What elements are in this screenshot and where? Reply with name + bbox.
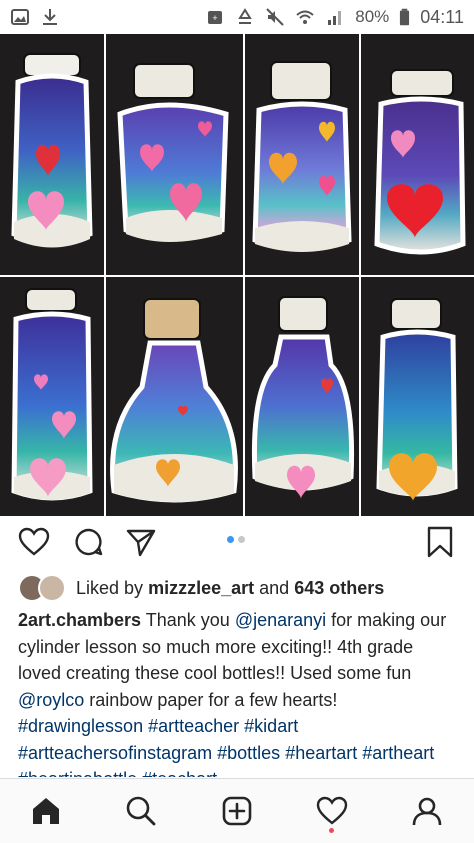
hashtag-link[interactable]: #drawinglesson [18, 716, 143, 736]
hashtag-link[interactable]: #artteachersofinstagram [18, 743, 212, 763]
comment-icon [75, 528, 103, 556]
artwork-tile [106, 277, 243, 516]
caption-text: rainbow paper for a few hearts! [84, 689, 338, 710]
nav-activity[interactable] [314, 793, 350, 829]
share-icon [126, 529, 156, 557]
artwork-tile [106, 34, 243, 275]
bottle-artwork [11, 288, 93, 501]
hashtag-link[interactable]: #artheart [362, 743, 434, 763]
bottle-artwork [110, 298, 238, 503]
recycle-icon [238, 8, 253, 24]
share-button[interactable] [124, 525, 158, 559]
likes-row: Liked by mizzzlee_art and 643 others [18, 574, 384, 602]
nav-search[interactable] [123, 793, 159, 829]
svg-text:+: + [213, 13, 218, 23]
activity-heart-icon [316, 796, 348, 825]
battery-icon [400, 8, 410, 26]
bottle-artwork [251, 296, 355, 499]
post-caption: 2art.chambers Thank you @jenaranyi for m… [18, 607, 458, 777]
post-actions [0, 521, 474, 565]
carousel-dot-active [227, 536, 234, 543]
like-button[interactable] [17, 525, 51, 559]
bookmark-icon [427, 526, 453, 558]
mention-link[interactable]: @roylco [18, 690, 84, 710]
battery-percent: 80% [355, 7, 390, 26]
wifi-icon [296, 10, 314, 24]
profile-icon [412, 797, 442, 826]
avatar [38, 574, 66, 602]
caption-text: Thank you [141, 610, 235, 630]
carousel-dot [238, 536, 245, 543]
bottle-artwork [376, 298, 458, 501]
search-icon [126, 796, 156, 826]
artwork-tile [245, 34, 359, 275]
artwork-tile [0, 34, 104, 275]
liked-by-label: Liked by [76, 577, 144, 598]
post-image[interactable] [0, 34, 474, 516]
nav-new-post[interactable] [219, 793, 255, 829]
bottle-artwork [117, 63, 229, 242]
nav-home[interactable] [28, 793, 64, 829]
hashtag-link[interactable]: #heartinabottle [18, 769, 137, 777]
add-post-icon [222, 796, 252, 826]
comment-button[interactable] [72, 525, 106, 559]
mute-icon [266, 8, 284, 26]
status-bar-left [10, 7, 60, 27]
home-icon [33, 798, 59, 824]
artwork-tile [361, 34, 474, 275]
bottom-navigation [0, 778, 474, 843]
notification-dot [329, 828, 334, 833]
save-button[interactable] [423, 525, 457, 559]
liker-avatars[interactable] [18, 574, 66, 602]
carousel-indicator [227, 536, 245, 543]
liked-by-user[interactable]: mizzzlee_art [148, 578, 254, 599]
likes-count[interactable]: 643 others [294, 578, 384, 599]
caption-body: Thank you @jenaranyi for making our cyli… [18, 610, 446, 777]
status-time: 04:11 [420, 6, 464, 27]
bottle-artwork [374, 69, 466, 255]
and-label: and [259, 577, 290, 598]
image-icon [11, 9, 29, 25]
bottle-artwork [11, 53, 93, 248]
signal-icon [328, 11, 342, 25]
data-saver-icon: + [208, 11, 223, 24]
hashtag-link[interactable]: #teachart [142, 769, 217, 777]
bottle-artwork [252, 61, 352, 252]
hashtag-link[interactable]: #heartart [285, 743, 357, 763]
hashtag-link[interactable]: #artteacher [148, 716, 239, 736]
status-bar-right: + 80% 04:11 [205, 7, 464, 28]
artwork-tile [245, 277, 359, 516]
nav-profile[interactable] [409, 793, 445, 829]
hashtag-link[interactable]: #kidart [244, 716, 298, 736]
artwork-tile [0, 277, 104, 516]
artwork-tile [361, 277, 474, 516]
download-icon [43, 9, 57, 25]
heart-icon [18, 527, 50, 556]
caption-username[interactable]: 2art.chambers [18, 610, 141, 630]
hashtag-link[interactable]: #bottles [217, 743, 280, 763]
mention-link[interactable]: @jenaranyi [235, 610, 326, 630]
status-bar: + 80% 04:11 [0, 0, 474, 34]
